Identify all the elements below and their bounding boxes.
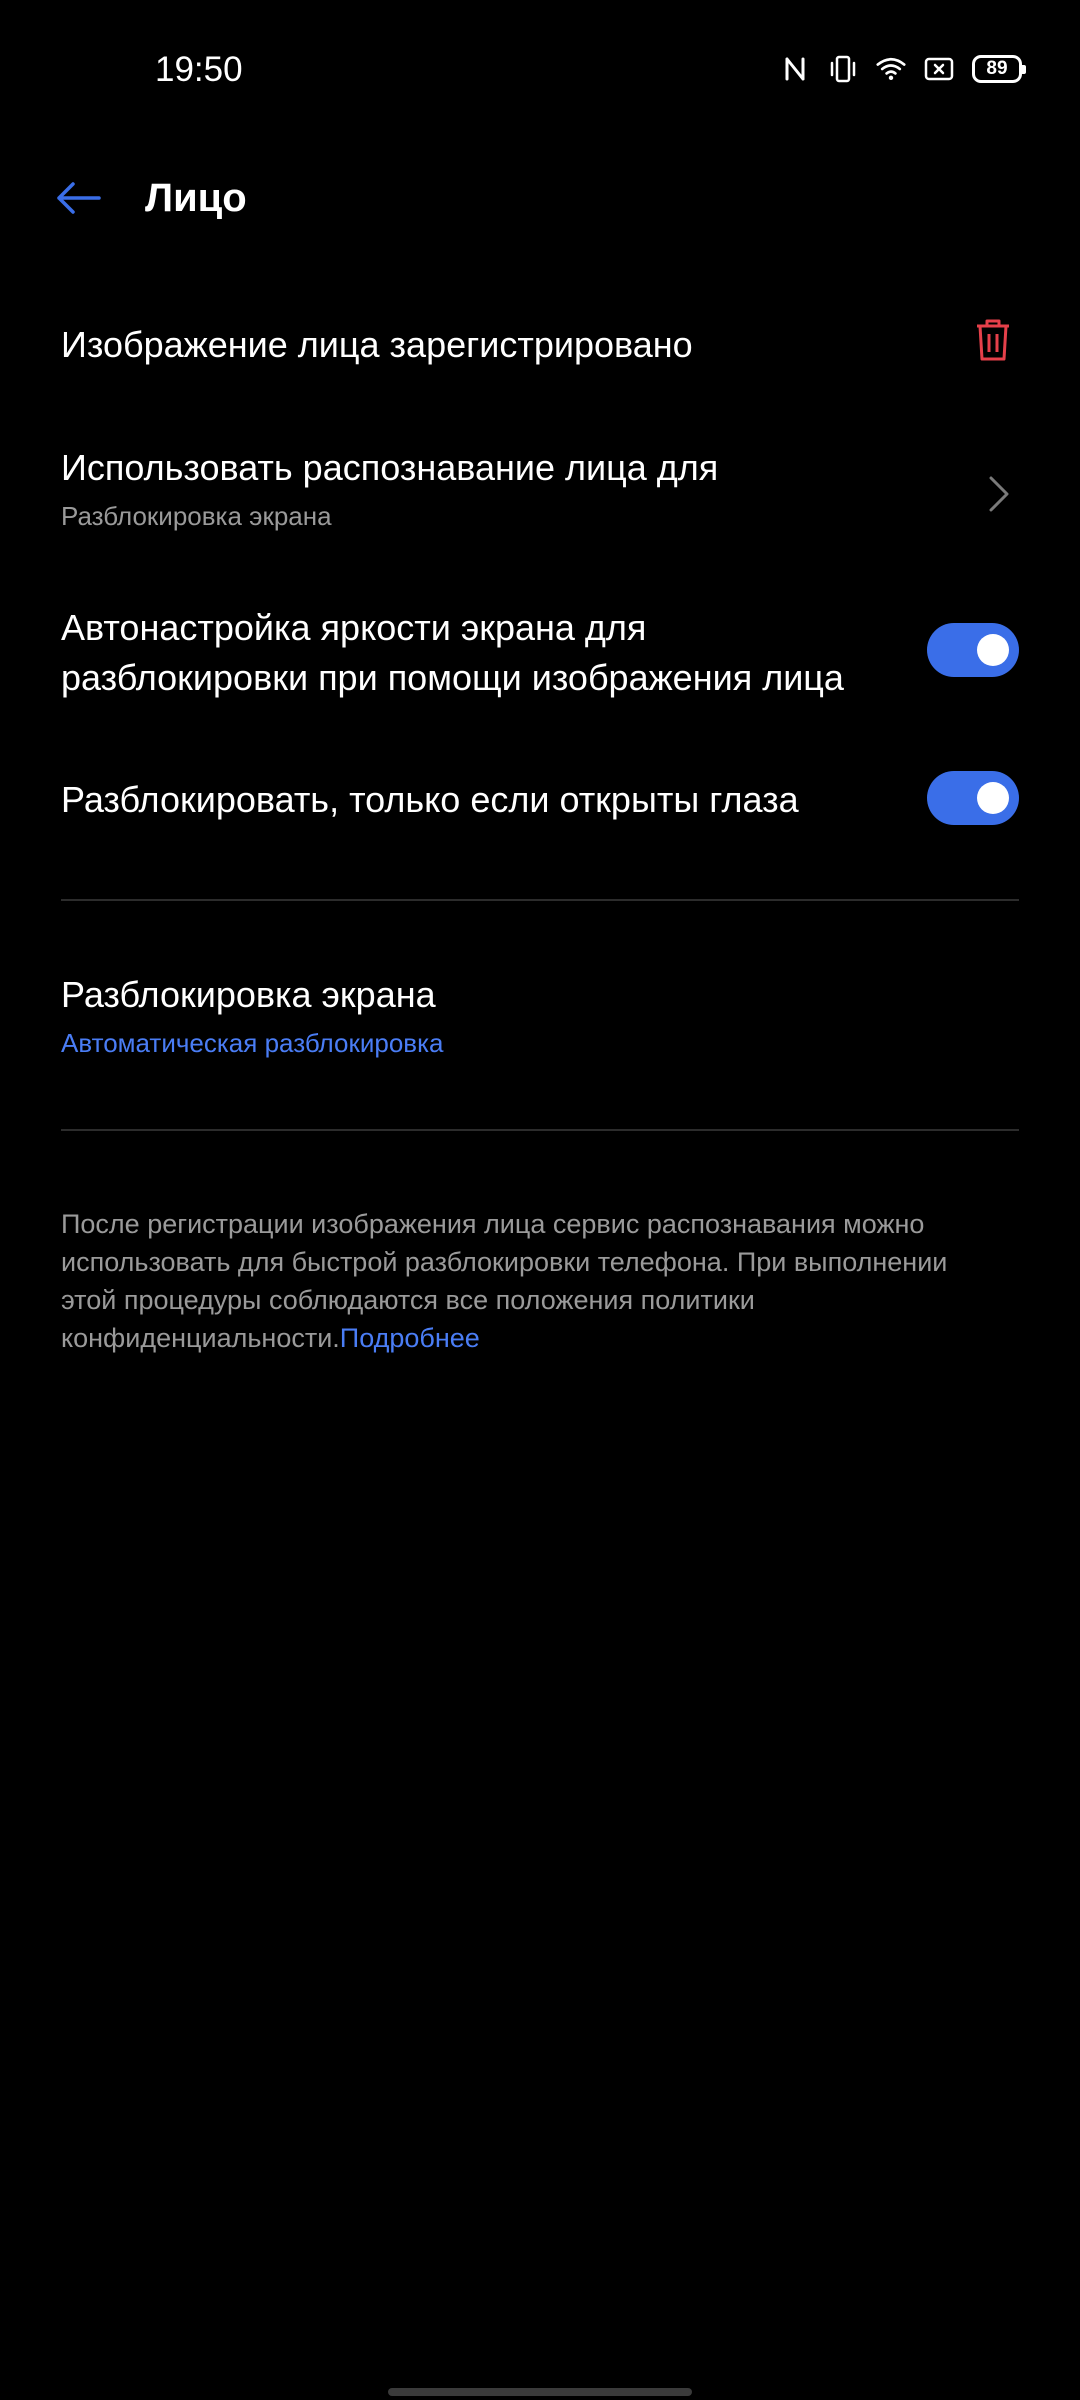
eyes-open-label: Разблокировать, только если открыты глаз…	[61, 779, 799, 820]
use-face-recognition-label: Использовать распознавание лица для	[61, 447, 719, 488]
auto-brightness-label-line1: Автонастройка яркости экрана для	[61, 607, 647, 648]
delete-face-button[interactable]	[967, 312, 1019, 372]
vibrate-icon	[828, 52, 858, 86]
status-icons: 89	[780, 52, 1026, 86]
auto-brightness-toggle[interactable]	[927, 623, 1019, 677]
trash-icon	[975, 318, 1011, 367]
face-settings-screen: 19:50 89 Лицо Изображение лица зарегистр…	[0, 0, 1080, 2400]
divider	[61, 899, 1019, 901]
screen-unlock-label: Разблокировка экрана	[61, 974, 436, 1015]
divider	[61, 1129, 1019, 1131]
arrow-left-icon	[55, 180, 101, 221]
screen-unlock-value: Автоматическая разблокировка	[61, 1028, 444, 1058]
eyes-open-toggle[interactable]	[927, 771, 1019, 825]
auto-brightness-label-line2: разблокировки при помощи изображения лиц…	[61, 657, 844, 698]
eyes-open-row: Разблокировать, только если открыты глаз…	[61, 771, 1019, 829]
wifi-icon	[876, 52, 906, 86]
status-bar: 19:50 89	[0, 0, 1080, 140]
screen-unlock-row[interactable]: Разблокировка экрана Автоматическая разб…	[61, 970, 1019, 1070]
use-face-recognition-row[interactable]: Использовать распознавание лица для Разб…	[61, 443, 1019, 543]
toggle-knob	[977, 782, 1009, 814]
sim-icon	[924, 52, 954, 86]
app-header: Лицо	[0, 160, 1080, 240]
home-indicator[interactable]	[388, 2388, 692, 2396]
learn-more-link[interactable]: Подробнее	[340, 1323, 480, 1353]
toggle-knob	[977, 634, 1009, 666]
nfc-icon	[780, 52, 810, 86]
info-text: После регистрации изображения лица серви…	[61, 1205, 991, 1357]
status-time: 19:50	[155, 50, 243, 89]
page-title: Лицо	[145, 176, 247, 220]
info-description: После регистрации изображения лица серви…	[61, 1209, 948, 1353]
auto-brightness-row: Автонастройка яркости экрана для разблок…	[61, 603, 1019, 703]
use-face-recognition-value: Разблокировка экрана	[61, 501, 332, 531]
back-button[interactable]	[48, 174, 108, 226]
face-registered-row: Изображение лица зарегистрировано	[61, 319, 1019, 372]
chevron-right-icon	[979, 469, 1019, 519]
battery-indicator: 89	[972, 55, 1026, 83]
face-registered-label: Изображение лица зарегистрировано	[61, 324, 693, 365]
